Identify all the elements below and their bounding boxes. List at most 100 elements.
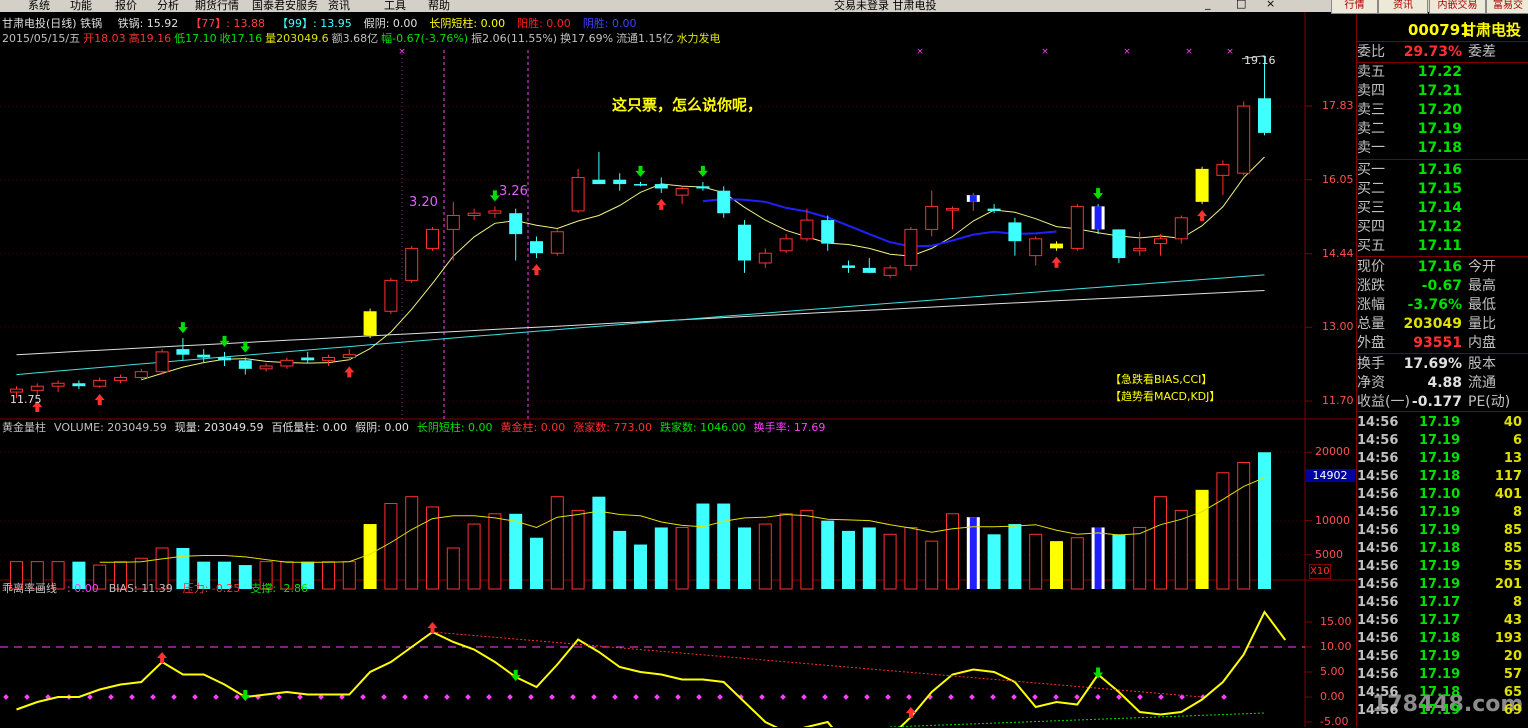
candle[interactable] bbox=[280, 357, 294, 369]
candle[interactable] bbox=[758, 248, 772, 268]
volume-bar[interactable] bbox=[1258, 452, 1271, 589]
volume-bar[interactable] bbox=[1029, 533, 1043, 590]
candle[interactable] bbox=[467, 208, 481, 221]
menu-item[interactable]: 分析 bbox=[157, 0, 179, 12]
volume-bar[interactable] bbox=[1008, 524, 1022, 589]
volume-bar[interactable] bbox=[925, 540, 939, 590]
candle[interactable] bbox=[883, 265, 897, 278]
candle[interactable] bbox=[946, 206, 959, 230]
menu-item[interactable]: 功能 bbox=[70, 0, 92, 12]
candle[interactable] bbox=[72, 380, 86, 390]
candle[interactable] bbox=[717, 186, 731, 218]
volume-bar[interactable] bbox=[384, 503, 398, 590]
candle[interactable] bbox=[1133, 231, 1147, 256]
volume-bar[interactable] bbox=[1154, 496, 1167, 590]
price-chart-svg[interactable]: × × × × × × bbox=[0, 12, 1356, 727]
volume-bar[interactable] bbox=[821, 520, 835, 589]
menu-item[interactable]: 期货行情 bbox=[195, 0, 239, 12]
candle[interactable] bbox=[571, 168, 585, 214]
maximize-button[interactable]: □ bbox=[1236, 0, 1246, 10]
candle[interactable] bbox=[675, 186, 689, 205]
volume-bar[interactable] bbox=[966, 517, 980, 589]
candle[interactable] bbox=[197, 349, 211, 364]
volume-bar[interactable] bbox=[717, 503, 731, 589]
candle[interactable] bbox=[301, 351, 315, 364]
top-tab[interactable]: 行情 bbox=[1331, 0, 1378, 14]
volume-bar[interactable] bbox=[322, 561, 335, 590]
volume-bar[interactable] bbox=[571, 509, 585, 590]
candle[interactable] bbox=[155, 349, 169, 375]
candle[interactable] bbox=[1195, 166, 1209, 205]
volume-bar[interactable] bbox=[862, 527, 876, 589]
candle[interactable] bbox=[342, 349, 356, 361]
candle[interactable] bbox=[634, 181, 647, 187]
candle[interactable] bbox=[1050, 241, 1063, 251]
candle[interactable] bbox=[322, 354, 335, 366]
top-tab[interactable]: 资讯 bbox=[1378, 0, 1428, 14]
volume-bar[interactable] bbox=[1195, 489, 1209, 589]
volume-bar[interactable] bbox=[488, 513, 502, 590]
menu-item[interactable]: 帮助 bbox=[428, 0, 450, 12]
candle[interactable] bbox=[1029, 236, 1043, 266]
candle[interactable] bbox=[738, 220, 751, 273]
menu-item[interactable]: 资讯 bbox=[328, 0, 350, 12]
candle[interactable] bbox=[592, 151, 606, 185]
candle[interactable] bbox=[488, 206, 502, 218]
volume-bar[interactable] bbox=[446, 547, 460, 590]
volume-bar[interactable] bbox=[779, 513, 793, 590]
volume-bar[interactable] bbox=[675, 526, 689, 590]
candle[interactable] bbox=[530, 236, 543, 259]
volume-bar[interactable] bbox=[1216, 472, 1230, 590]
menu-item[interactable]: 系统 bbox=[28, 0, 50, 12]
volume-bar[interactable] bbox=[946, 513, 959, 590]
volume-bar[interactable] bbox=[634, 544, 647, 589]
candle[interactable] bbox=[238, 357, 252, 375]
candle[interactable] bbox=[842, 260, 855, 273]
candle[interactable] bbox=[176, 338, 190, 361]
volume-bar[interactable] bbox=[1070, 537, 1084, 590]
volume-bar[interactable] bbox=[654, 527, 668, 589]
candle[interactable] bbox=[1008, 217, 1022, 256]
candle[interactable] bbox=[821, 215, 835, 251]
volume-bar[interactable] bbox=[1091, 527, 1105, 589]
candle[interactable] bbox=[363, 308, 377, 339]
candle[interactable] bbox=[925, 190, 939, 237]
chart-area[interactable]: 甘肃电投(日线) 铁锅 铁锅: 15.92 【77】: 13.88 【99】: 13… bbox=[0, 12, 1523, 728]
volume-bar[interactable] bbox=[1112, 534, 1126, 589]
candle[interactable] bbox=[218, 351, 231, 366]
menu-item[interactable]: 国泰君安服务 bbox=[252, 0, 318, 12]
minimize-button[interactable]: _ bbox=[1205, 0, 1211, 10]
candle[interactable] bbox=[259, 363, 273, 372]
candle[interactable] bbox=[696, 181, 710, 191]
volume-bar[interactable] bbox=[904, 526, 918, 590]
volume-bar[interactable] bbox=[1050, 541, 1063, 589]
candle[interactable] bbox=[1070, 204, 1084, 251]
candle[interactable] bbox=[966, 192, 980, 211]
candle[interactable] bbox=[405, 245, 419, 283]
candle[interactable] bbox=[1091, 204, 1105, 235]
candle[interactable] bbox=[1216, 160, 1230, 196]
volume-bar[interactable] bbox=[426, 506, 439, 590]
candle[interactable] bbox=[384, 277, 398, 314]
top-tab[interactable]: 内嵌交易 bbox=[1429, 0, 1486, 14]
volume-bar[interactable] bbox=[467, 523, 481, 590]
volume-bar[interactable] bbox=[613, 530, 627, 589]
candle[interactable] bbox=[1154, 234, 1167, 256]
volume-bar[interactable] bbox=[550, 496, 564, 590]
candle[interactable] bbox=[426, 227, 439, 251]
menu-item[interactable]: 报价 bbox=[115, 0, 137, 12]
candle[interactable] bbox=[779, 234, 793, 254]
volume-bar[interactable] bbox=[363, 524, 377, 589]
candle[interactable] bbox=[51, 380, 65, 393]
volume-bar[interactable] bbox=[1133, 526, 1147, 590]
candle[interactable] bbox=[93, 377, 107, 388]
volume-bar[interactable] bbox=[987, 534, 1001, 589]
candle[interactable] bbox=[613, 173, 627, 191]
volume-bar[interactable] bbox=[738, 527, 751, 589]
candle[interactable] bbox=[550, 229, 564, 256]
close-button[interactable]: × bbox=[1266, 0, 1275, 10]
candle[interactable] bbox=[1237, 101, 1251, 176]
volume-bar[interactable] bbox=[530, 537, 543, 589]
candle[interactable] bbox=[1258, 55, 1271, 136]
candle[interactable] bbox=[862, 258, 876, 273]
